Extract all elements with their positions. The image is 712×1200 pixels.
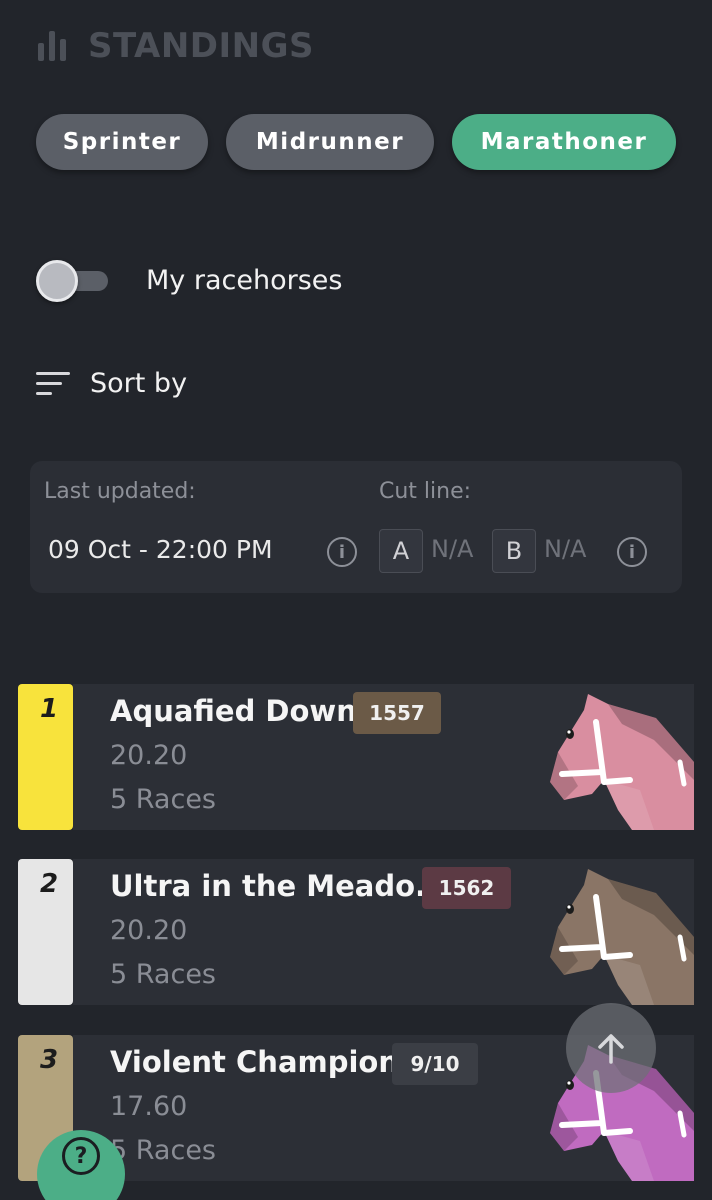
sort-by-label: Sort by [90, 368, 188, 399]
scroll-to-top-button[interactable] [566, 1003, 656, 1093]
horse-name: Aquafied Down [110, 694, 357, 728]
rating-badge: 9/10 [392, 1043, 478, 1085]
race-count: 5 Races [110, 959, 216, 990]
horse-points: 20.20 [110, 740, 188, 771]
rating-badge: 1562 [422, 867, 511, 909]
my-racehorses-label: My racehorses [146, 264, 343, 296]
race-count: 5 Races [110, 784, 216, 815]
question-mark-icon: ? [62, 1137, 100, 1175]
standings-row[interactable]: 1 Aquafied Down 1557 20.20 5 Races [18, 684, 694, 830]
last-updated-info-icon[interactable]: i [327, 537, 357, 567]
horse-avatar-icon [550, 694, 694, 830]
last-updated-label: Last updated: [44, 479, 196, 504]
page-title: STANDINGS [88, 26, 315, 66]
bar-chart-icon [38, 31, 66, 61]
my-racehorses-filter: My racehorses [36, 258, 342, 302]
sort-by-button[interactable]: Sort by [36, 368, 187, 399]
tab-midrunner[interactable]: Midrunner [226, 114, 434, 170]
rank-number: 1 [40, 694, 59, 724]
cut-line-info-icon[interactable]: i [617, 537, 647, 567]
tab-marathoner[interactable]: Marathoner [452, 114, 676, 170]
horse-avatar-icon [550, 869, 694, 1005]
horse-points: 20.20 [110, 915, 188, 946]
race-count: 5 Races [110, 1135, 216, 1166]
arrow-up-icon [598, 1034, 624, 1064]
tier-b-badge: B [492, 529, 536, 573]
horse-points: 17.60 [110, 1091, 188, 1122]
my-racehorses-toggle[interactable] [36, 258, 110, 302]
category-tabs: Sprinter Midrunner Marathoner [36, 114, 676, 170]
tier-a-value: N/A [431, 535, 474, 563]
rank-number: 2 [40, 869, 59, 899]
tier-a-badge: A [379, 529, 423, 573]
cut-line-label: Cut line: [379, 479, 472, 504]
last-updated-value: 09 Oct - 22:00 PM [48, 535, 273, 564]
rank-number: 3 [40, 1045, 59, 1075]
horse-name: Ultra in the Meado... [110, 869, 449, 903]
tier-b-value: N/A [544, 535, 587, 563]
rating-badge: 1557 [353, 692, 441, 734]
tab-sprinter[interactable]: Sprinter [36, 114, 208, 170]
page-header: STANDINGS [38, 26, 314, 66]
standings-row[interactable]: 2 Ultra in the Meado... 1562 20.20 5 Rac… [18, 859, 694, 1005]
standings-info-panel: Last updated: Cut line: 09 Oct - 22:00 P… [30, 461, 682, 593]
horse-name: Violent Champion [110, 1045, 399, 1079]
toggle-knob [36, 260, 78, 302]
sort-icon [36, 372, 70, 395]
